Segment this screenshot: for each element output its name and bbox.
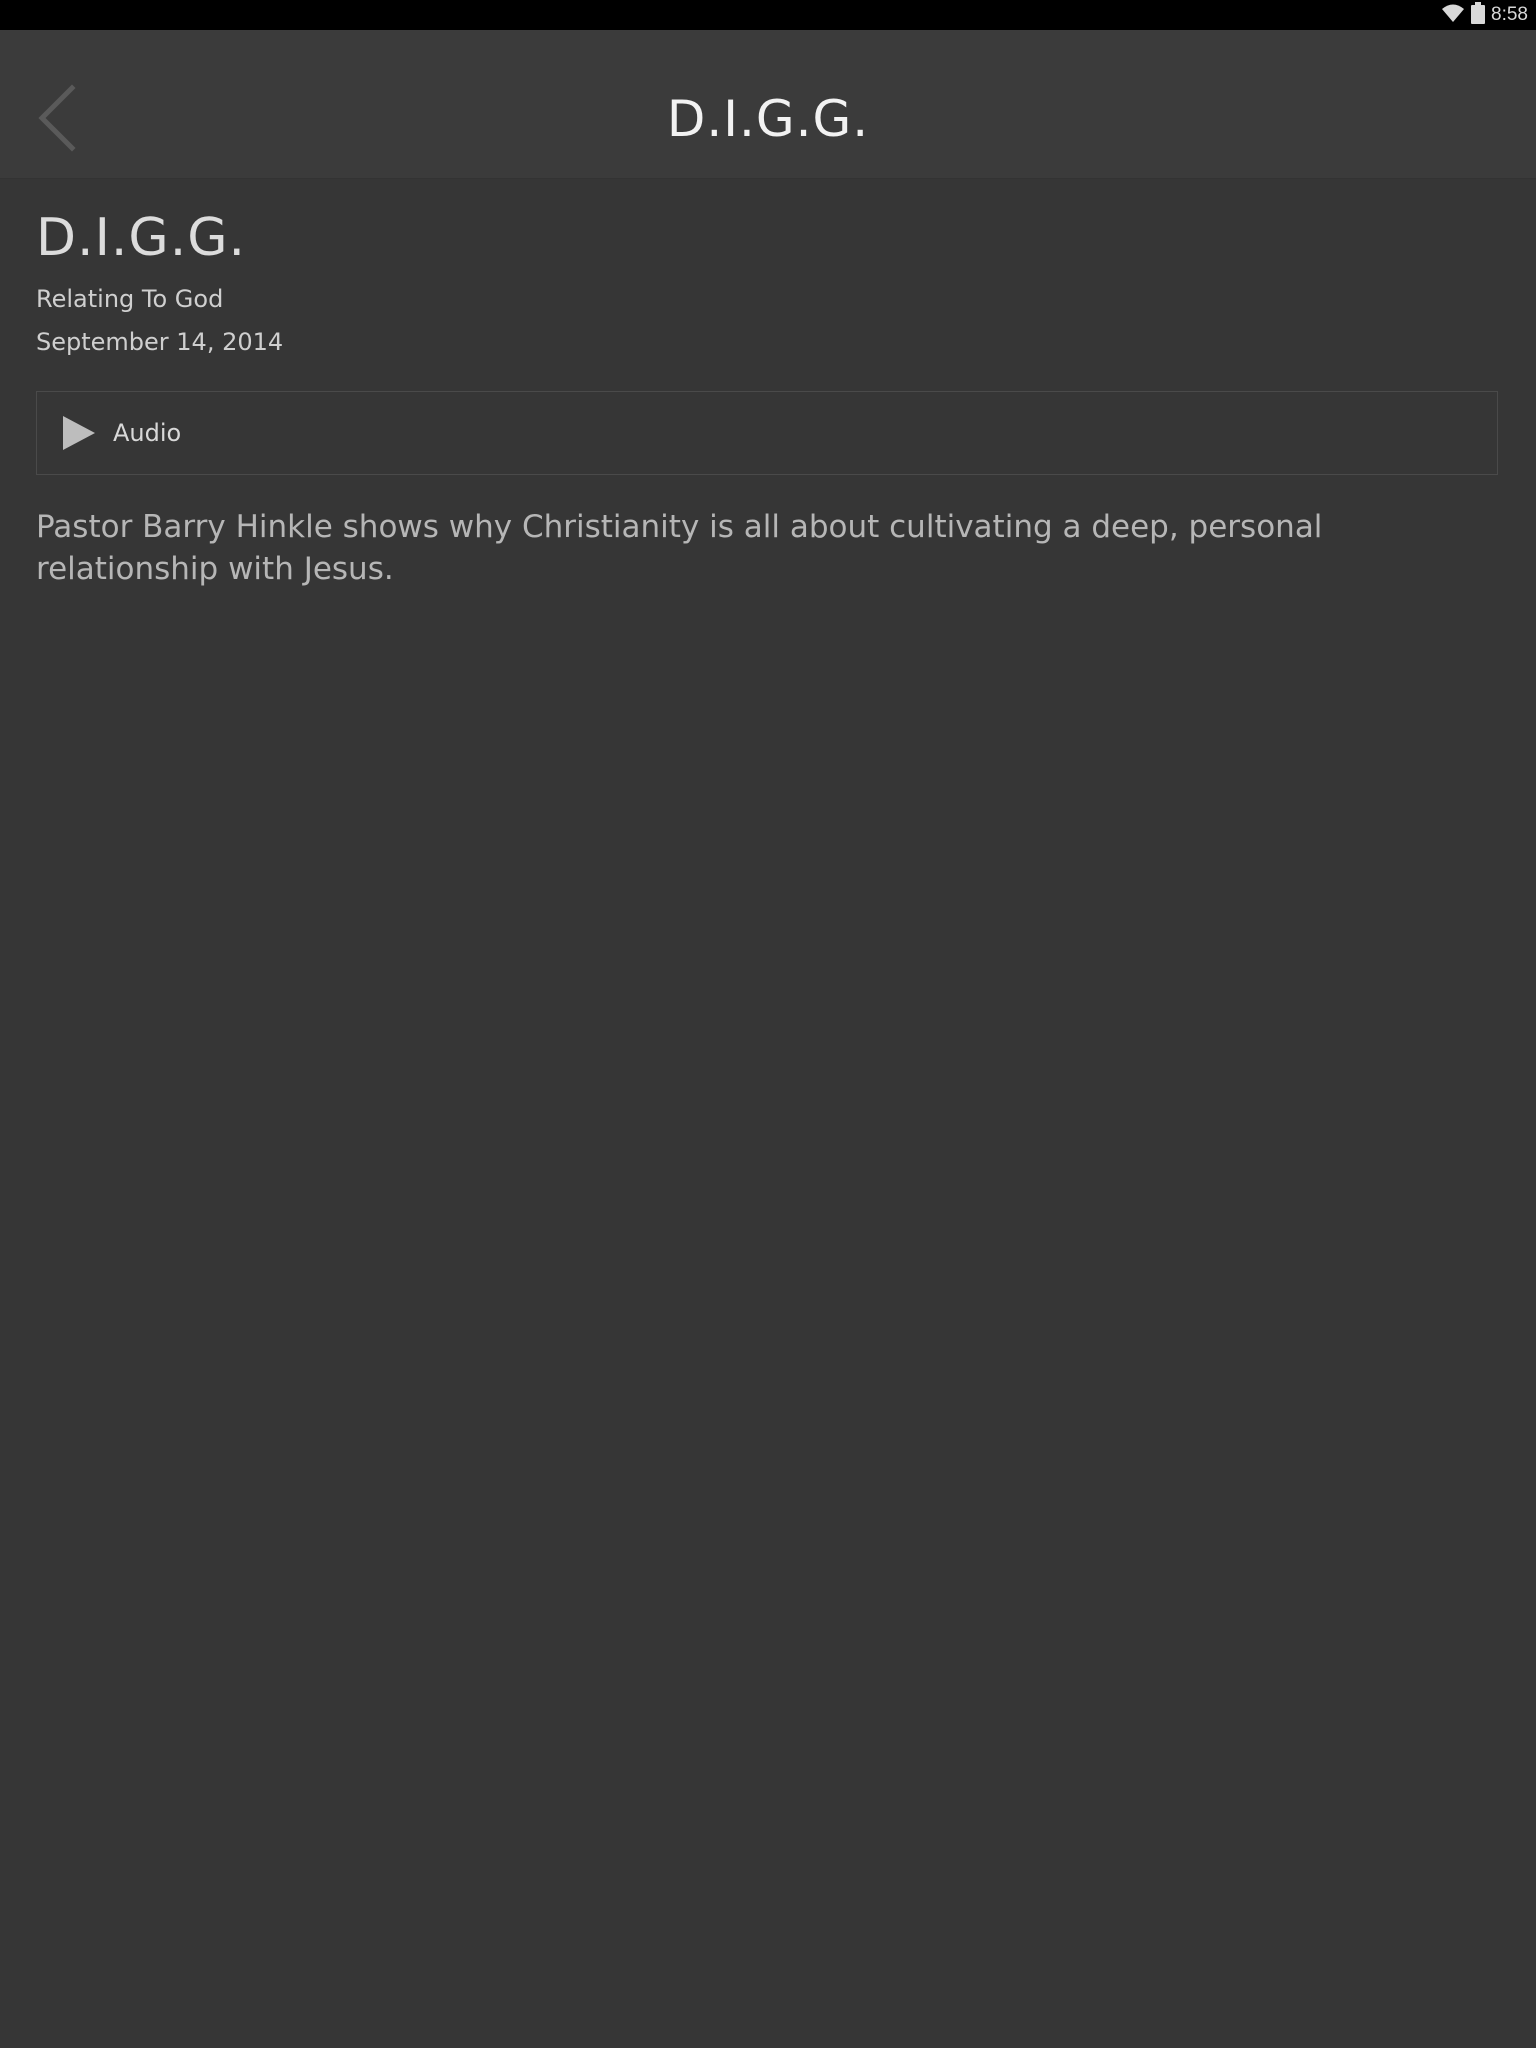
item-date: September 14, 2014: [36, 327, 284, 356]
status-time: 8:58: [1491, 4, 1528, 25]
item-description: Pastor Barry Hinkle shows why Christiani…: [36, 508, 1323, 587]
item-subtitle: Relating To God: [36, 285, 224, 314]
app-header: D.I.G.G.: [0, 30, 1536, 179]
play-icon: [61, 415, 95, 450]
item-title: D.I.G.G.: [36, 208, 247, 268]
audio-label: Audio: [113, 418, 182, 447]
content-area: D.I.G.G. Relating To God September 14, 2…: [36, 178, 1500, 590]
audio-button[interactable]: Audio: [36, 390, 1498, 475]
battery-icon: [1471, 2, 1486, 28]
status-icons: 8:58: [1441, 2, 1528, 28]
status-bar: 8:58: [0, 0, 1536, 30]
wifi-icon: [1441, 3, 1465, 27]
page-title: D.I.G.G.: [666, 90, 870, 148]
app-screen: 8:58 D.I.G.G. D.I.G.G. Relating To God S…: [0, 0, 1536, 2048]
